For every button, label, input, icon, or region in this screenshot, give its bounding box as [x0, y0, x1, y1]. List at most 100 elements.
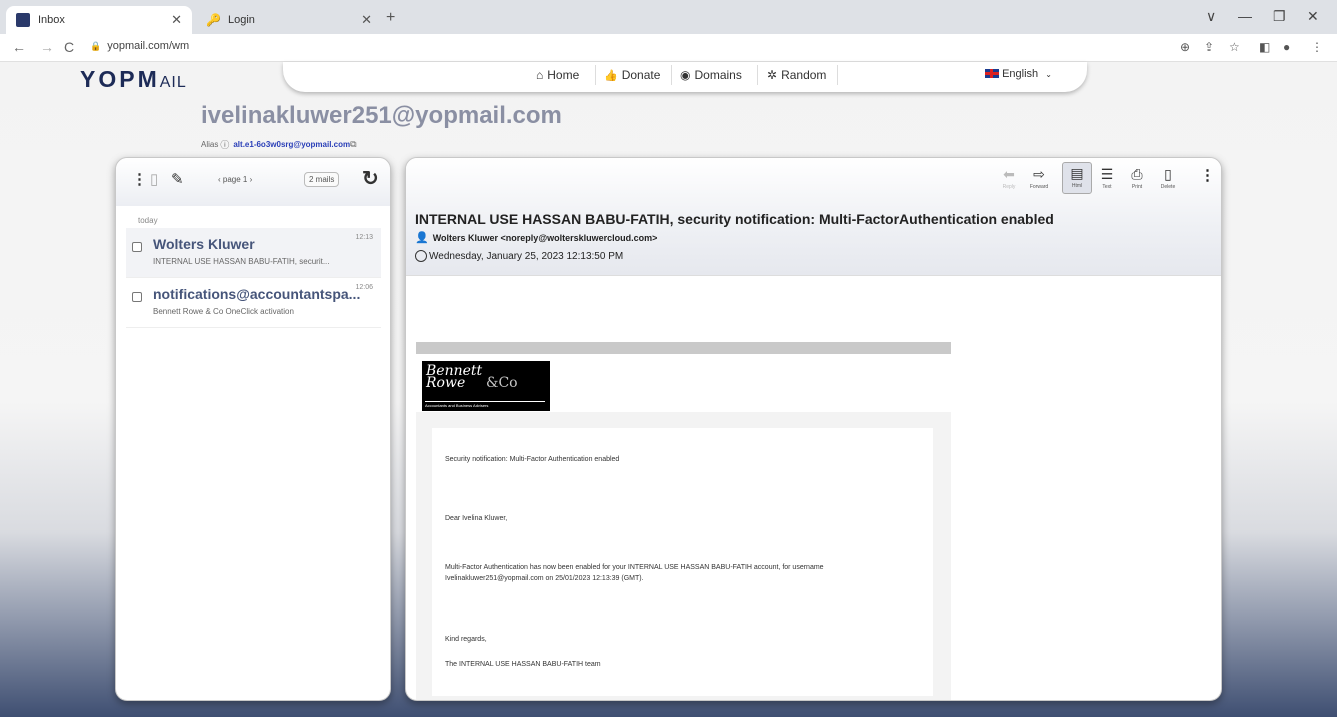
- email-greeting: Dear Ivelina Kluwer,: [445, 515, 508, 522]
- chevron-down-icon: ⌄: [1045, 70, 1052, 79]
- nav-donate-label: Donate: [621, 68, 661, 82]
- message-date: Wednesday, January 25, 2023 12:13:50 PM: [415, 250, 623, 262]
- text-view-label: Text: [1102, 184, 1112, 190]
- close-window-icon[interactable]: ✕: [1307, 8, 1319, 25]
- nav-divider: [837, 65, 838, 85]
- text-view-icon: ☰: [1100, 166, 1114, 182]
- message-more-icon[interactable]: ⋮: [1200, 166, 1215, 184]
- nav-divider: [595, 65, 596, 85]
- forward-button[interactable]: ⇨ Forward: [1024, 164, 1054, 190]
- mail-list-item[interactable]: notifications@accountantspa... 12:06 Ben…: [126, 278, 381, 328]
- mail-count-badge: 2 mails: [304, 172, 340, 187]
- mail-list-toolbar: ⋮ ▯ ✎ ‹ page 1 › 2 mails ↻: [116, 158, 390, 206]
- mail-checkbox[interactable]: [132, 292, 142, 302]
- url-text: yopmail.com/wm: [107, 40, 190, 52]
- forward-icon[interactable]: →: [40, 39, 54, 55]
- minimize-icon[interactable]: —: [1238, 8, 1252, 24]
- language-label: English: [1002, 68, 1039, 80]
- tab-inbox[interactable]: Inbox ✕: [6, 6, 192, 34]
- mail-list-panel: ⋮ ▯ ✎ ‹ page 1 › 2 mails ↻ today Wolters…: [115, 157, 391, 701]
- person-icon: 👤: [415, 232, 429, 244]
- delete-label: Delete: [1160, 184, 1176, 190]
- print-label: Print: [1131, 184, 1143, 190]
- trash-icon[interactable]: ▯: [150, 170, 158, 188]
- sidepanel-icon[interactable]: ◧: [1259, 40, 1270, 54]
- yopmail-page: YOPMAIL ⌂ Home 👍 Donate ◉ Domains ✲ Rand…: [0, 62, 1337, 717]
- nav-divider: [671, 65, 672, 85]
- tab-search-icon[interactable]: ∨: [1206, 8, 1216, 25]
- nav-domains[interactable]: ◉ Domains: [680, 68, 742, 82]
- nav-donate[interactable]: 👍 Donate: [604, 68, 660, 82]
- email-signature: The INTERNAL USE HASSAN BABU-FATIH team: [445, 661, 601, 668]
- info-icon[interactable]: ⓘ: [220, 138, 229, 151]
- html-view-label: Html: [1071, 183, 1083, 189]
- print-button[interactable]: ⎙ Print: [1122, 164, 1152, 190]
- mail-preview: INTERNAL USE HASSAN BABU-FATIH, securit.…: [153, 257, 330, 266]
- delete-button[interactable]: ▯ Delete: [1153, 164, 1183, 190]
- domains-icon: ◉: [680, 68, 691, 82]
- nav-divider: [757, 65, 758, 85]
- more-menu-icon[interactable]: ⋮: [132, 170, 147, 188]
- key-favicon-icon: 🔑: [206, 13, 221, 27]
- uk-flag-icon: [985, 69, 999, 78]
- reply-icon: ⬅: [1003, 166, 1015, 182]
- email-heading: Security notification: Multi-Factor Auth…: [445, 456, 620, 463]
- reply-label: Reply: [1002, 184, 1016, 190]
- bookmark-star-icon[interactable]: ☆: [1229, 40, 1240, 54]
- inbox-address[interactable]: ivelinakluwer251@yopmail.com: [201, 102, 562, 130]
- reload-icon[interactable]: C: [64, 39, 74, 55]
- address-bar: ← → C 🔒 yopmail.com/wm ⊕ ⇪ ☆ ◧ ● ⋮: [0, 34, 1337, 62]
- compose-pencil-icon[interactable]: ✎: [171, 170, 184, 188]
- date-text: Wednesday, January 25, 2023 12:13:50 PM: [429, 250, 624, 262]
- bennett-rowe-logo: Bennett Rowe &Co Accountants and Busines…: [422, 361, 550, 411]
- nav-home[interactable]: ⌂ Home: [536, 68, 579, 82]
- forward-icon: ⇨: [1033, 166, 1045, 182]
- email-body-frame: Security notification: Multi-Factor Auth…: [416, 412, 951, 700]
- prev-page-icon[interactable]: ‹: [218, 175, 221, 184]
- text-view-button[interactable]: ☰ Text: [1092, 164, 1122, 190]
- back-icon[interactable]: ←: [12, 39, 26, 55]
- alias-value[interactable]: alt.e1-6o3w0srg@yopmail.com: [233, 140, 350, 149]
- language-select[interactable]: English ⌄: [985, 68, 1052, 80]
- nav-domains-label: Domains: [694, 68, 742, 82]
- tab-close-icon[interactable]: ✕: [361, 12, 372, 28]
- group-label: today: [138, 216, 158, 225]
- new-tab-button[interactable]: +: [386, 9, 395, 27]
- url-field[interactable]: 🔒 yopmail.com/wm: [90, 40, 189, 52]
- nav-random[interactable]: ✲ Random: [767, 68, 826, 82]
- mail-sender: notifications@accountantspa...: [153, 286, 361, 302]
- message-sender: 👤 Wolters Kluwer <noreply@wolterskluwerc…: [415, 231, 657, 244]
- page-label: page 1: [222, 175, 248, 184]
- top-navigation: ⌂ Home 👍 Donate ◉ Domains ✲ Random Engli…: [283, 62, 1087, 92]
- yopmail-favicon-icon: [16, 13, 30, 27]
- browser-tab-bar: Inbox ✕ 🔑 Login ✕ + ∨ — ❐ ✕: [0, 0, 1337, 34]
- profile-icon[interactable]: ●: [1283, 40, 1290, 54]
- tab-close-icon[interactable]: ✕: [171, 12, 182, 28]
- browser-menu-icon[interactable]: ⋮: [1311, 40, 1323, 54]
- trash-icon: ▯: [1164, 166, 1172, 182]
- forward-label: Forward: [1029, 184, 1049, 190]
- yopmail-logo[interactable]: YOPMAIL: [80, 66, 187, 93]
- message-subject: INTERNAL USE HASSAN BABU-FATIH, security…: [415, 211, 1054, 227]
- mail-preview: Bennett Rowe & Co OneClick activation: [153, 307, 294, 316]
- alias-row: Alias ⓘ alt.e1-6o3w0srg@yopmail.com ⧉: [201, 138, 357, 151]
- tab-login[interactable]: 🔑 Login ✕: [196, 6, 382, 34]
- logo-tail: AIL: [159, 74, 187, 91]
- mail-checkbox[interactable]: [132, 242, 142, 252]
- lock-icon: 🔒: [90, 41, 102, 51]
- share-icon[interactable]: ⇪: [1204, 40, 1214, 54]
- reply-button[interactable]: ⬅ Reply: [994, 164, 1024, 190]
- restore-icon[interactable]: ❐: [1273, 8, 1286, 25]
- thumbs-up-icon: 👍: [604, 69, 618, 82]
- logo-main: YOPM: [80, 66, 160, 92]
- alias-label: Alias: [201, 140, 219, 149]
- mail-list-item[interactable]: Wolters Kluwer 12:13 INTERNAL USE HASSAN…: [126, 228, 381, 278]
- zoom-icon[interactable]: ⊕: [1180, 40, 1190, 54]
- copy-icon[interactable]: ⧉: [350, 139, 356, 150]
- html-view-button[interactable]: ▤ Html: [1062, 162, 1092, 194]
- next-page-icon[interactable]: ›: [250, 175, 253, 184]
- home-icon: ⌂: [536, 68, 544, 82]
- refresh-icon[interactable]: ↻: [362, 166, 379, 191]
- mail-time: 12:13: [355, 234, 373, 241]
- print-icon: ⎙: [1131, 166, 1143, 182]
